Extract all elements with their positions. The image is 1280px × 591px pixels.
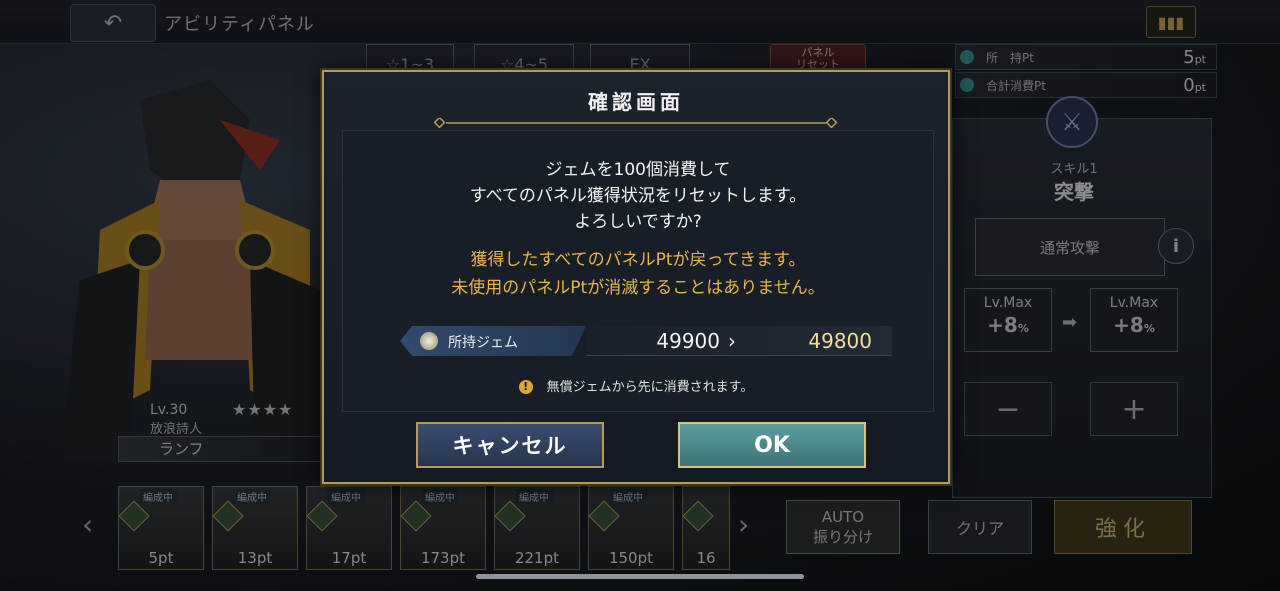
arrow-right-icon: ›: [728, 329, 736, 353]
message-line: すべてのパネル獲得状況をリセットします。: [469, 186, 807, 206]
warning-line: 獲得したすべてのパネルPtが戻ってきます。: [470, 250, 806, 270]
message-line: よろしいですか?: [574, 212, 702, 232]
dialog-body: ジェムを100個消費して すべてのパネル獲得状況をリセットします。 よろしいです…: [342, 130, 934, 412]
cancel-button[interactable]: キャンセル: [416, 422, 604, 468]
home-indicator[interactable]: [476, 574, 804, 579]
gem-after-value: 49800: [808, 329, 872, 353]
gem-icon: [420, 332, 438, 350]
ok-button[interactable]: OK: [678, 422, 866, 468]
warning-line: 未使用のパネルPtが消滅することはありません。: [451, 278, 825, 298]
dialog-title: 確認画面: [588, 90, 684, 114]
gem-before-value: 49900: [656, 329, 720, 353]
warning-icon: !: [518, 380, 533, 394]
message-line: ジェムを100個消費して: [545, 160, 731, 180]
title-ornament: [434, 118, 838, 128]
gem-label: 所持ジェム: [448, 335, 518, 351]
confirm-dialog: 確認画面 ジェムを100個消費して すべてのパネル獲得状況をリセットします。 よ…: [322, 70, 950, 484]
free-gem-note: ! 無償ジェムから先に消費されます。: [324, 376, 948, 395]
note-text: 無償ジェムから先に消費されます。: [546, 380, 754, 395]
gem-balance-row: 所持ジェム 49900 › 49800: [400, 326, 892, 356]
